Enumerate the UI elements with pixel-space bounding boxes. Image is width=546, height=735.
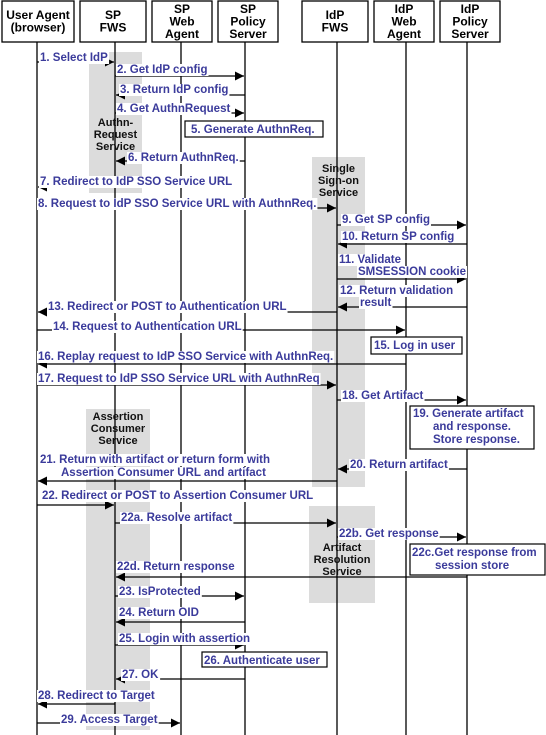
message-17: 20. Return artifact bbox=[338, 459, 467, 474]
note-text: 15. Log in user bbox=[374, 340, 456, 352]
service-label: Authn- bbox=[98, 117, 134, 129]
activation-bar bbox=[312, 157, 365, 487]
participant-idpwa: IdPWebAgent bbox=[373, 0, 435, 43]
participant-label: FWS bbox=[322, 21, 349, 35]
message-12: 13. Redirect or POST to Authentication U… bbox=[38, 301, 337, 317]
participant-spwa: SPWebAgent bbox=[151, 0, 213, 43]
message-16: 18. Get Artifact bbox=[337, 390, 466, 405]
service-label: Request bbox=[94, 129, 138, 141]
message-15: 17. Request to IdP SSO Service URL with … bbox=[37, 373, 336, 390]
message-7: 8. Request to IdP SSO Service URL with A… bbox=[37, 198, 336, 213]
message-19: 22. Redirect or POST to Assertion Consum… bbox=[37, 490, 315, 510]
message-27: 28. Redirect to Target bbox=[37, 690, 156, 709]
message-3: 3. Return IdP config bbox=[116, 84, 245, 100]
participant-label: Agent bbox=[165, 27, 199, 41]
message-23: 23. IsProtected bbox=[115, 586, 244, 601]
message-label: 3. Return IdP config bbox=[120, 84, 228, 96]
message-label: 28. Redirect to Target bbox=[38, 690, 155, 702]
message-20: 22a. Resolve artifact bbox=[115, 512, 336, 528]
service-label: Service bbox=[319, 187, 358, 199]
message-1: 1. Select IdP bbox=[37, 52, 114, 67]
message-9: 10. Return SP config bbox=[338, 231, 467, 249]
message-label: 22. Redirect or POST to Assertion Consum… bbox=[42, 490, 313, 502]
message-8: 9. Get SP config bbox=[337, 214, 466, 230]
participant-spfws: SPFWS bbox=[79, 0, 147, 43]
message-label: 20. Return artifact bbox=[350, 459, 448, 471]
message-label: 10. Return SP config bbox=[342, 231, 454, 243]
message-label: 4. Get AuthnRequest bbox=[117, 103, 230, 115]
message-label: 14. Request to Authentication URL bbox=[53, 321, 242, 333]
service-label: Assertion bbox=[93, 411, 144, 423]
service-label: Service bbox=[322, 566, 361, 578]
participant-ua: User Agent(browser) bbox=[1, 0, 75, 43]
participant-label: (browser) bbox=[11, 21, 66, 35]
message-6: 7. Redirect to IdP SSO Service URL bbox=[38, 176, 234, 192]
message-2: 2. Get IdP config bbox=[115, 64, 244, 81]
participant-label: Server bbox=[229, 27, 267, 41]
message-21: 22b. Get response bbox=[337, 528, 466, 542]
note-text: Store response. bbox=[433, 434, 520, 446]
note-box: 22c.Get response fromsession store bbox=[409, 543, 546, 576]
message-28: 29. Access Target bbox=[37, 714, 180, 728]
message-label: SMSESSION cookie bbox=[358, 266, 466, 278]
message-label: 2. Get IdP config bbox=[117, 64, 208, 76]
participant-label: Agent bbox=[387, 27, 421, 41]
participant-label: FWS bbox=[100, 21, 127, 35]
message-label: 22b. Get response bbox=[339, 528, 439, 540]
message-label: 17. Request to IdP SSO Service URL with … bbox=[38, 373, 320, 385]
service-label: Service bbox=[98, 435, 137, 447]
sequence-diagram: Authn-RequestServiceSingleSign-onService… bbox=[1, 0, 546, 735]
note-text: session store bbox=[435, 560, 509, 572]
note-text: 19. Generate artifact bbox=[413, 408, 524, 420]
participant-label: Server bbox=[451, 27, 489, 41]
message-label: 8. Request to IdP SSO Service URL with A… bbox=[38, 198, 316, 210]
message-label: 13. Redirect or POST to Authentication U… bbox=[48, 301, 287, 313]
service-label: Single bbox=[322, 163, 355, 175]
participant-idpps: IdPPolicyServer bbox=[439, 0, 501, 43]
message-5: 6. Return AuthnReq. bbox=[116, 152, 245, 166]
note-box: 5. Generate AuthnReq. bbox=[184, 120, 324, 138]
note-text: and response. bbox=[433, 421, 511, 433]
message-label: 22d. Return response bbox=[117, 561, 235, 573]
message-label: 23. IsProtected bbox=[119, 586, 201, 598]
message-label: 7. Redirect to IdP SSO Service URL bbox=[40, 176, 232, 188]
message-label: 1. Select IdP bbox=[40, 52, 108, 64]
message-label: 22a. Resolve artifact bbox=[121, 512, 232, 524]
note-text: 22c.Get response from bbox=[412, 547, 537, 559]
note-box: 15. Log in user bbox=[370, 336, 463, 355]
note-box: 26. Authenticate user bbox=[201, 651, 328, 668]
service-label: Consumer bbox=[91, 423, 146, 435]
message-label: 25. Login with assertion bbox=[119, 633, 250, 645]
message-label: 9. Get SP config bbox=[342, 214, 430, 226]
message-25: 25. Login with assertion bbox=[115, 633, 251, 650]
message-18: 21. Return with artifact or return form … bbox=[38, 454, 337, 486]
message-label: 24. Return OID bbox=[119, 607, 199, 619]
message-label: 29. Access Target bbox=[61, 714, 158, 726]
note-text: 26. Authenticate user bbox=[204, 655, 320, 667]
message-label: Assertion Consumer URL and artifact bbox=[61, 467, 266, 479]
service-label: Artifact bbox=[323, 542, 362, 554]
message-label: 27. OK bbox=[122, 669, 159, 681]
participants: User Agent(browser)SPFWSSPWebAgentSPPoli… bbox=[1, 0, 501, 43]
participant-idpfws: IdPFWS bbox=[301, 0, 369, 43]
message-label: 11. Validate bbox=[339, 254, 401, 266]
service-label: Resolution bbox=[314, 554, 371, 566]
message-label: 6. Return AuthnReq. bbox=[128, 152, 239, 164]
message-label: 21. Return with artifact or return form … bbox=[40, 454, 270, 466]
note-text: 5. Generate AuthnReq. bbox=[191, 124, 315, 136]
message-4: 4. Get AuthnRequest bbox=[115, 103, 244, 118]
message-label: result bbox=[360, 297, 391, 309]
message-label: 16. Replay request to IdP SSO Service wi… bbox=[38, 351, 333, 363]
note-box: 19. Generate artifactand response.Store … bbox=[409, 405, 535, 450]
service-label: Sign-on bbox=[318, 175, 359, 187]
participant-spps: SPPolicyServer bbox=[217, 0, 279, 43]
message-label: 18. Get Artifact bbox=[342, 390, 424, 402]
message-label: 12. Return validation bbox=[340, 285, 453, 297]
